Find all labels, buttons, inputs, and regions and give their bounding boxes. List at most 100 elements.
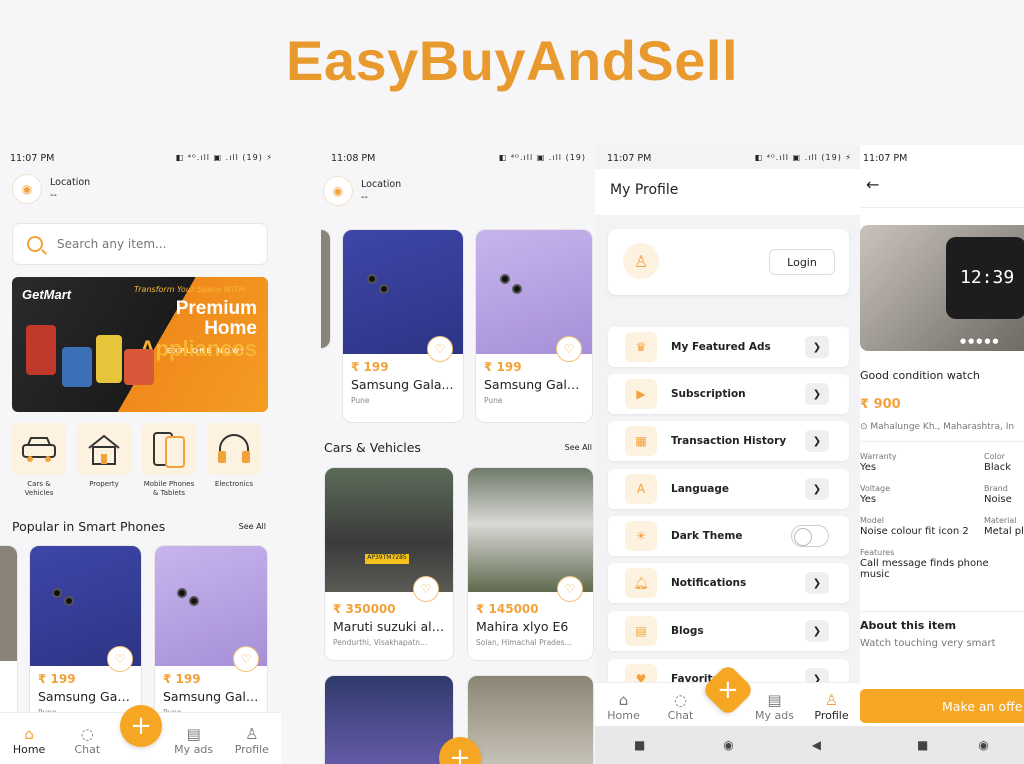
home-icon: ⌂	[24, 725, 34, 743]
menu-featured-ads[interactable]: ♛ My Featured Ads ❯	[608, 327, 849, 367]
location-value: --	[50, 190, 57, 201]
menu-label: My Featured Ads	[671, 341, 771, 353]
menu-language[interactable]: A Language ❯	[608, 469, 849, 509]
ads-icon: ▤	[186, 725, 201, 743]
nav-profile[interactable]: ♙ Profile	[227, 725, 277, 756]
chevron-right-icon: ❯	[805, 478, 829, 500]
recents-button[interactable]: ■	[634, 738, 645, 752]
nav-label: Profile	[814, 709, 849, 722]
add-listing-button[interactable]: +	[120, 705, 162, 747]
phone-icon	[142, 423, 196, 475]
product-card[interactable]	[321, 229, 331, 349]
product-card[interactable]: ♡ ₹ 199 Samsung Gala... Pune	[29, 545, 142, 725]
product-location: Pune	[484, 396, 503, 405]
login-button[interactable]: Login	[769, 249, 835, 275]
category-label: Cars & Vehicles	[24, 480, 54, 497]
about-text: Watch touching very smart	[860, 638, 996, 649]
category-property[interactable]: Property	[77, 423, 131, 498]
product-card[interactable]	[324, 675, 454, 764]
profile-screen: 11:07 PM ◧ ⁴ᴳ.ıll ▣ .ıll (19) ⚡ My Profi…	[595, 145, 860, 764]
subscription-icon: ▶	[625, 379, 657, 409]
nav-label: My ads	[174, 743, 214, 756]
home-system-button[interactable]: ◉	[723, 738, 733, 752]
heart-icon[interactable]: ♡	[413, 576, 439, 602]
nav-chat[interactable]: ◌ Chat	[62, 725, 112, 756]
home-icon: ⌂	[618, 691, 629, 709]
product-image[interactable]: 12:39 ●●●●●	[860, 225, 1024, 351]
back-button[interactable]: ◀	[812, 738, 821, 752]
appliance-image	[96, 335, 122, 383]
section-header: Cars & Vehicles See All	[324, 440, 592, 455]
search-input[interactable]: Search any item...	[12, 223, 268, 265]
see-all-link[interactable]: See All	[239, 522, 266, 531]
appliance-image	[124, 349, 154, 385]
carousel-dots: ●●●●●	[960, 337, 1001, 345]
back-arrow-icon[interactable]: ←	[866, 175, 879, 194]
location-label: Location	[50, 177, 91, 188]
heart-icon[interactable]: ♡	[107, 646, 133, 672]
nav-chat[interactable]: ◌ Chat	[656, 691, 706, 722]
banner-logo: GetMart	[22, 287, 72, 302]
menu-label: Subscription	[671, 388, 746, 400]
product-card[interactable]	[0, 545, 18, 720]
make-offer-button[interactable]: Make an offe	[860, 689, 1024, 723]
spec-value: Yes	[860, 462, 877, 473]
location-selector[interactable]: ◉ Location --	[12, 174, 90, 204]
car-icon	[12, 423, 66, 475]
home-system-button[interactable]: ◉	[978, 738, 988, 752]
nav-home[interactable]: ⌂ Home	[4, 725, 54, 756]
nav-my-ads[interactable]: ▤ My ads	[169, 725, 219, 756]
status-time: 11:07 PM	[863, 153, 908, 164]
product-card[interactable]: AP39TM7285 ♡ ₹ 350000 Maruti suzuki alt.…	[324, 467, 454, 661]
heart-icon[interactable]: ♡	[427, 336, 453, 362]
see-all-link[interactable]: See All	[565, 443, 592, 452]
status-time: 11:07 PM	[10, 153, 55, 164]
chevron-right-icon: ❯	[805, 430, 829, 452]
watch-face: 12:39	[946, 237, 1024, 319]
spec-key: Brand	[984, 484, 1008, 493]
menu-transaction-history[interactable]: ▦ Transaction History ❯	[608, 421, 849, 461]
spec-value: Noise	[984, 494, 1012, 505]
product-card[interactable]: ♡ ₹ 145000 Mahira xlyo E6 Solan, Himacha…	[467, 467, 594, 661]
category-list: Cars & Vehicles Property Mobile Phones &…	[12, 423, 261, 498]
product-image: ♡	[343, 230, 463, 362]
home-screen: 11:07 PM ◧ ⁴ᴳ.ıll ▣ .ıll (19) ⚡ ◉ Locati…	[0, 145, 281, 764]
product-card[interactable]	[467, 675, 594, 764]
spec-value: Black	[984, 462, 1012, 473]
menu-blogs[interactable]: ▤ Blogs ❯	[608, 611, 849, 651]
product-card[interactable]: ♡ ₹ 199 Samsung Gala... Pune	[154, 545, 268, 725]
product-name: Samsung Gala...	[484, 377, 587, 392]
nav-home[interactable]: ⌂ Home	[599, 691, 649, 722]
features: Features Call message finds phone music	[860, 548, 1000, 580]
dark-theme-toggle[interactable]	[791, 525, 829, 547]
heart-icon[interactable]: ♡	[557, 576, 583, 602]
promo-banner[interactable]: GetMart Transform Your Space WITH Premiu…	[12, 277, 268, 412]
system-nav-bar: ■ ◉	[860, 726, 1024, 764]
nav-label: Chat	[74, 743, 101, 756]
recents-button[interactable]: ■	[917, 738, 928, 752]
nav-my-ads[interactable]: ▤ My ads	[750, 691, 800, 722]
about-title: About this item	[860, 619, 957, 632]
menu-subscription[interactable]: ▶ Subscription ❯	[608, 374, 849, 414]
spec-key: Warranty	[860, 452, 897, 461]
heart-icon[interactable]: ♡	[233, 646, 259, 672]
product-card[interactable]: ♡ ₹ 199 Samsung Gala... Pune	[342, 229, 464, 423]
category-electronics[interactable]: Electronics	[207, 423, 261, 498]
banner-cta: EXPLORE NOW!	[167, 347, 246, 355]
section-title: Popular in Smart Phones	[12, 519, 166, 534]
spec-key: Color	[984, 452, 1005, 461]
search-placeholder: Search any item...	[57, 237, 167, 251]
heart-icon[interactable]: ♡	[556, 336, 582, 362]
banner-headline: Premium Home	[175, 298, 257, 339]
system-nav-bar: ■ ◉ ◀	[595, 726, 860, 764]
product-card[interactable]: ♡ ₹ 199 Samsung Gala... Pune	[475, 229, 593, 423]
nav-profile[interactable]: ♙ Profile	[807, 691, 857, 722]
status-icons: ◧ ⁴ᴳ.ıll ▣ .ıll (19) ⚡	[175, 153, 273, 162]
menu-notifications[interactable]: 🔔︎ Notifications ❯	[608, 563, 849, 603]
location-selector[interactable]: ◉ Location --	[323, 176, 401, 206]
category-cars[interactable]: Cars & Vehicles	[12, 423, 66, 498]
category-label: Mobile Phones & Tablets	[143, 480, 195, 497]
nav-label: Home	[607, 709, 640, 722]
category-phones[interactable]: Mobile Phones & Tablets	[142, 423, 196, 498]
banner-tagline: Transform Your Space WITH	[134, 285, 245, 294]
